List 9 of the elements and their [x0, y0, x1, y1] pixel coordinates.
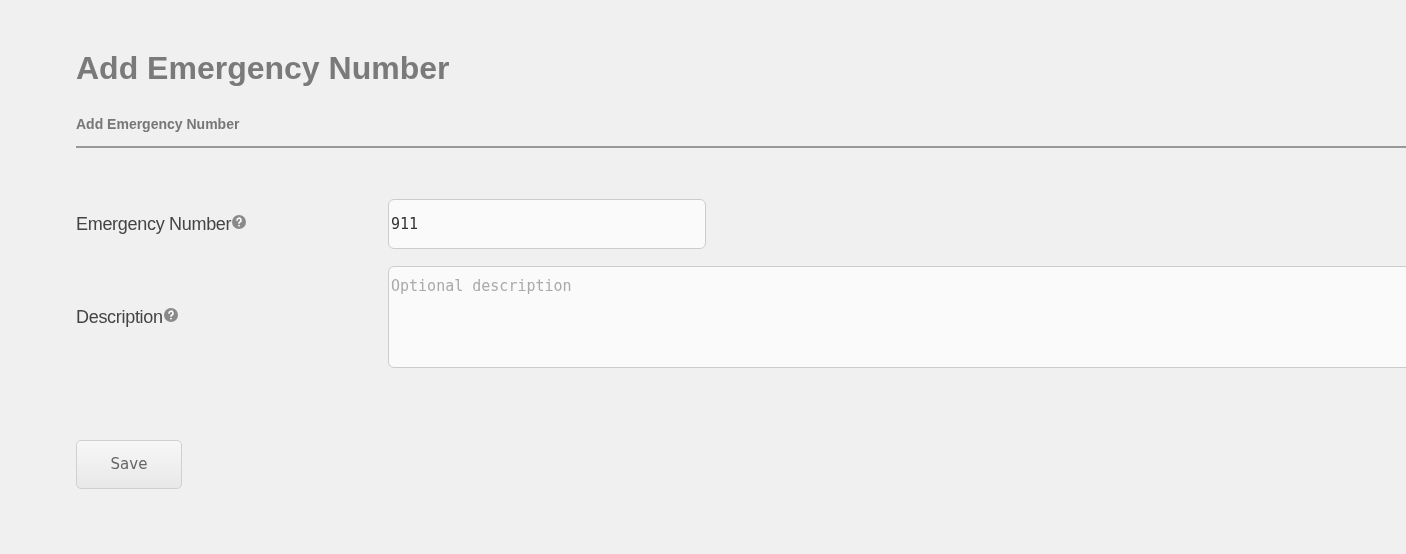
section-title: Add Emergency Number: [76, 115, 240, 133]
field-label: Emergency Number: [76, 213, 232, 235]
help-icon: [163, 308, 178, 322]
save-button[interactable]: Save: [76, 440, 182, 489]
emergency-number-field[interactable]: 911: [388, 199, 706, 249]
help-icon: [232, 215, 247, 229]
field-label: Description: [76, 306, 163, 328]
description-field[interactable]: Optional description: [388, 266, 1406, 368]
page-title: Add Emergency Number: [76, 49, 450, 88]
